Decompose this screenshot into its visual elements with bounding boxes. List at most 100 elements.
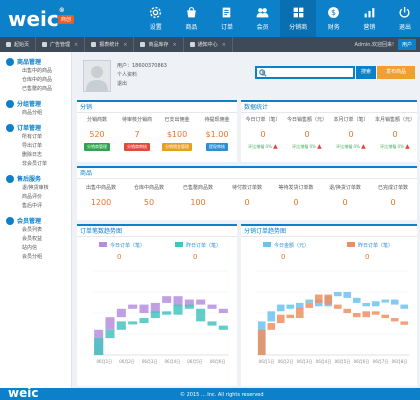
bar[interactable] [139, 304, 149, 313]
sidebar-item[interactable]: 导出订单 [0, 142, 71, 151]
sidebar-item[interactable]: 商品分组 [0, 109, 71, 118]
sidebar-item[interactable]: 非会员订单 [0, 160, 71, 169]
bar[interactable] [390, 299, 399, 305]
bar[interactable] [196, 308, 206, 322]
bar[interactable] [400, 321, 409, 325]
bar[interactable] [116, 321, 126, 330]
topnav-settings[interactable]: 设置 [138, 0, 174, 37]
bar[interactable] [305, 302, 314, 308]
sidebar-item[interactable]: 会员权益 [0, 235, 71, 244]
bar[interactable] [267, 323, 276, 330]
sidebar-item[interactable]: 站内信 [0, 244, 71, 253]
bar[interactable] [390, 318, 399, 322]
bar[interactable] [139, 318, 149, 324]
bar[interactable] [173, 304, 183, 315]
bar[interactable] [196, 299, 206, 305]
bar[interactable] [286, 314, 295, 319]
tab-start-page[interactable]: 起始页 [0, 37, 37, 52]
sidebar-item[interactable]: 仓库中的商品 [0, 76, 71, 85]
topnav-distributors[interactable]: 分销商 [280, 0, 316, 37]
bar[interactable] [343, 292, 352, 298]
topnav-goods[interactable]: 商品 [174, 0, 210, 37]
bar[interactable] [324, 294, 333, 305]
user-menu-button[interactable]: 用户 [397, 39, 416, 50]
sidebar-item[interactable]: 会员列表 [0, 226, 71, 235]
bar[interactable] [162, 311, 172, 315]
close-icon[interactable]: × [123, 42, 127, 48]
sidebar-group-title[interactable]: 订单管理 [0, 122, 71, 133]
bar[interactable] [276, 304, 285, 312]
bar[interactable] [286, 304, 295, 309]
bar[interactable] [295, 307, 304, 319]
bar[interactable] [276, 314, 285, 324]
bar[interactable] [105, 317, 115, 330]
bar[interactable] [94, 338, 104, 355]
sidebar-group-title[interactable]: 分组管理 [0, 98, 71, 109]
sidebar-item[interactable]: 所有订单 [0, 133, 71, 142]
bar[interactable] [352, 313, 361, 318]
bar[interactable] [381, 314, 390, 319]
bar[interactable] [333, 292, 342, 297]
sidebar-item[interactable]: 已售罄的商品 [0, 85, 71, 94]
sidebar-item[interactable]: 会员分组 [0, 253, 71, 262]
bar[interactable] [207, 321, 217, 326]
bar[interactable] [257, 329, 266, 355]
tab-ads[interactable]: 广告管理 × [36, 37, 86, 52]
topnav-marketing[interactable]: 营销 [352, 0, 388, 37]
topnav-members[interactable]: 会员 [245, 0, 281, 37]
bar[interactable] [371, 311, 380, 315]
bar[interactable] [150, 311, 160, 319]
brand-logo[interactable]: weic® [8, 7, 65, 31]
tab-notifications[interactable]: 通知中心 × [184, 37, 233, 52]
bar[interactable] [400, 304, 409, 309]
bar[interactable] [128, 321, 138, 325]
close-icon[interactable]: × [172, 42, 176, 48]
search-input[interactable] [255, 66, 355, 79]
publish-goods-button[interactable]: 发布商品 [377, 66, 415, 79]
bar[interactable] [116, 308, 126, 318]
topnav-logout[interactable]: 退出 [387, 0, 420, 37]
sidebar-item[interactable]: 退/换货审核 [0, 184, 71, 193]
withdraw-review-button[interactable]: 提现审核 [206, 143, 228, 151]
distributor-manage-button[interactable]: 分销商管理 [84, 143, 110, 151]
bar[interactable] [184, 304, 194, 309]
sidebar-item[interactable]: 商品评价 [0, 193, 71, 202]
bar[interactable] [218, 325, 228, 330]
topnav-orders[interactable]: 订单 [209, 0, 245, 37]
topnav-finance[interactable]: $ 财务 [316, 0, 352, 37]
bar[interactable] [371, 301, 380, 307]
bar[interactable] [362, 311, 371, 318]
bar[interactable] [128, 304, 138, 309]
sidebar-item[interactable]: 出售中的商品 [0, 67, 71, 76]
sidebar-item[interactable]: 售后中评 [0, 202, 71, 211]
distributor-review-button[interactable]: 分销商审核 [124, 143, 150, 151]
tab-reports[interactable]: 报表统计 × [85, 37, 135, 52]
bar[interactable] [267, 311, 276, 322]
bar[interactable] [218, 308, 228, 313]
sidebar-group-title[interactable]: 售后服务 [0, 173, 71, 184]
bar[interactable] [352, 297, 361, 303]
commission-manage-button[interactable]: 分销佣金管理 [162, 143, 192, 151]
sidebar-group-title[interactable]: 商品管理 [0, 56, 71, 67]
bar[interactable] [333, 304, 342, 309]
search-button[interactable]: 搜索 [356, 66, 376, 79]
profile-link[interactable]: 个人资料 [117, 71, 167, 80]
bar[interactable] [314, 294, 323, 303]
avatar[interactable] [83, 60, 111, 92]
bar[interactable] [362, 302, 371, 307]
bar[interactable] [207, 304, 217, 309]
bar[interactable] [305, 299, 314, 303]
logout-link[interactable]: 退出 [117, 80, 167, 89]
close-icon[interactable]: × [222, 42, 226, 48]
bar[interactable] [162, 296, 172, 303]
sidebar-item[interactable]: 删除日志 [0, 151, 71, 160]
bar[interactable] [381, 299, 390, 303]
bar[interactable] [343, 308, 352, 313]
close-icon[interactable]: × [74, 42, 78, 48]
bar[interactable] [105, 329, 115, 339]
sidebar-group-title[interactable]: 会员管理 [0, 215, 71, 226]
microphone-icon[interactable] [259, 69, 267, 77]
x-tick-label: 06月1日 [259, 359, 275, 364]
tab-inventory[interactable]: 商品库存 × [134, 37, 184, 52]
bar[interactable] [295, 302, 304, 309]
